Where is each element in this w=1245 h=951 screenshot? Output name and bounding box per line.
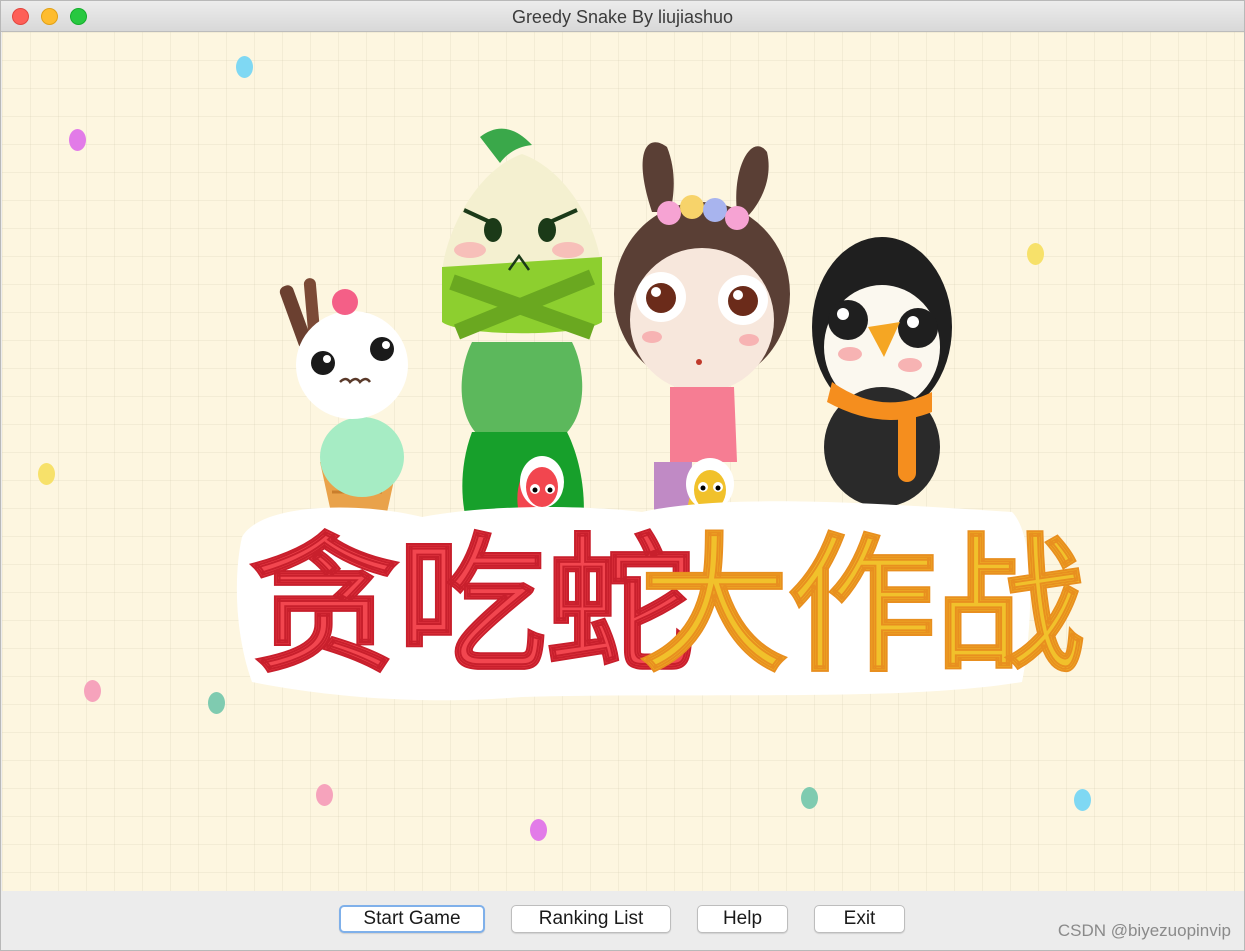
start-game-button[interactable]: Start Game: [339, 905, 485, 933]
logo-text-red: 贪吃蛇: [250, 520, 694, 692]
window-title: Greedy Snake By liujiashuo: [511, 7, 734, 27]
title-bar[interactable]: Greedy Snake By liujiashuo: [1, 1, 1244, 32]
exit-button[interactable]: Exit: [814, 905, 905, 933]
penguin-character: [812, 237, 952, 507]
splash-canvas: 贪吃蛇 大作战: [2, 32, 1244, 891]
logo-text-yellow: 大作战: [640, 520, 1084, 692]
splash-illustration: 贪吃蛇 大作战: [236, 128, 1085, 701]
menu-button-bar: Start Game Ranking List Help Exit CSDN @…: [2, 891, 1244, 950]
csdn-watermark: CSDN @biyezuopinvip: [1057, 921, 1231, 940]
help-button[interactable]: Help: [697, 905, 788, 933]
app-window: Greedy Snake By liujiashuo 贪吃蛇 大作战 Start…: [0, 0, 1245, 951]
ranking-list-button[interactable]: Ranking List: [511, 905, 671, 933]
